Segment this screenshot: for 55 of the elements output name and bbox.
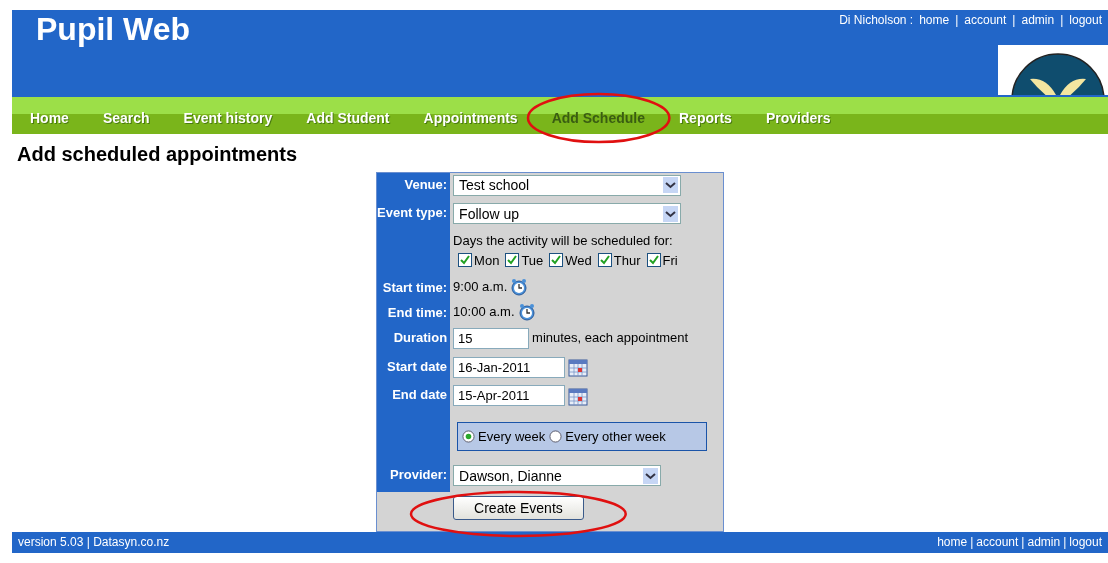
- radio-button[interactable]: [549, 429, 563, 443]
- link-separator: |: [955, 13, 959, 27]
- footer-link[interactable]: logout: [1069, 535, 1102, 550]
- radio-button[interactable]: [462, 429, 476, 443]
- checkbox-label: Mon: [474, 253, 500, 268]
- page-heading: Add scheduled appointments: [17, 142, 299, 166]
- link-separator: |: [1060, 13, 1064, 27]
- field-label: Venue:: [404, 176, 448, 192]
- checkbox[interactable]: [597, 253, 612, 268]
- input-field[interactable]: 15: [453, 328, 530, 349]
- checkbox[interactable]: [549, 253, 564, 268]
- unit-text: minutes, each appointment: [532, 329, 689, 348]
- header-link[interactable]: logout: [1069, 13, 1102, 27]
- calendar-icon[interactable]: [568, 385, 589, 406]
- clock-icon[interactable]: [517, 302, 536, 321]
- checkbox-label: Thur: [613, 253, 641, 268]
- date-field[interactable]: 16-Jan-2011: [453, 356, 566, 378]
- checkbox[interactable]: [505, 253, 520, 268]
- footer-link[interactable]: account: [976, 535, 1019, 550]
- instruction-text: Days the activity will be scheduled for:: [453, 232, 674, 250]
- footer-link[interactable]: admin: [1027, 535, 1061, 550]
- site-title: Pupil Web: [36, 10, 191, 49]
- checkbox-label: Fri: [662, 253, 678, 268]
- field-label: End date: [392, 387, 448, 403]
- field-label: End time:: [387, 304, 448, 320]
- user-name: Di Nicholson :: [839, 13, 914, 27]
- dropdown[interactable]: Follow up: [453, 203, 682, 225]
- checkbox[interactable]: [458, 253, 473, 268]
- clock-icon[interactable]: [510, 277, 529, 296]
- link-separator: |: [1063, 535, 1067, 550]
- checkbox[interactable]: [646, 253, 661, 268]
- version-text: version 5.03 | Datasyn.co.nz: [18, 535, 170, 550]
- create-events-button[interactable]: Create Events: [453, 495, 584, 520]
- link-separator: |: [1012, 13, 1016, 27]
- field-label: Duration: [393, 330, 448, 345]
- header-link[interactable]: home: [919, 13, 950, 27]
- field-label: Start time:: [382, 279, 448, 295]
- calendar-icon[interactable]: [568, 357, 589, 378]
- header-link[interactable]: admin: [1021, 13, 1055, 27]
- header-link[interactable]: account: [964, 13, 1007, 27]
- checkbox-label: Tue: [521, 253, 544, 268]
- dropdown[interactable]: Dawson, Dianne: [453, 465, 662, 487]
- time-value: 9:00 a.m.: [453, 277, 508, 296]
- link-separator: |: [970, 535, 974, 550]
- radio-label: Every week: [478, 428, 546, 444]
- field-label: Event type:: [377, 205, 448, 221]
- link-separator: |: [1021, 535, 1025, 550]
- field-label: Provider:: [390, 467, 448, 483]
- date-field[interactable]: 15-Apr-2011: [453, 385, 566, 407]
- radio-label: Every other week: [565, 428, 666, 444]
- checkbox-label: Wed: [565, 253, 592, 268]
- footer-link[interactable]: home: [937, 535, 968, 550]
- dropdown[interactable]: Test school: [453, 174, 682, 196]
- field-label: Start date: [387, 358, 448, 374]
- time-value: 10:00 a.m.: [453, 302, 515, 321]
